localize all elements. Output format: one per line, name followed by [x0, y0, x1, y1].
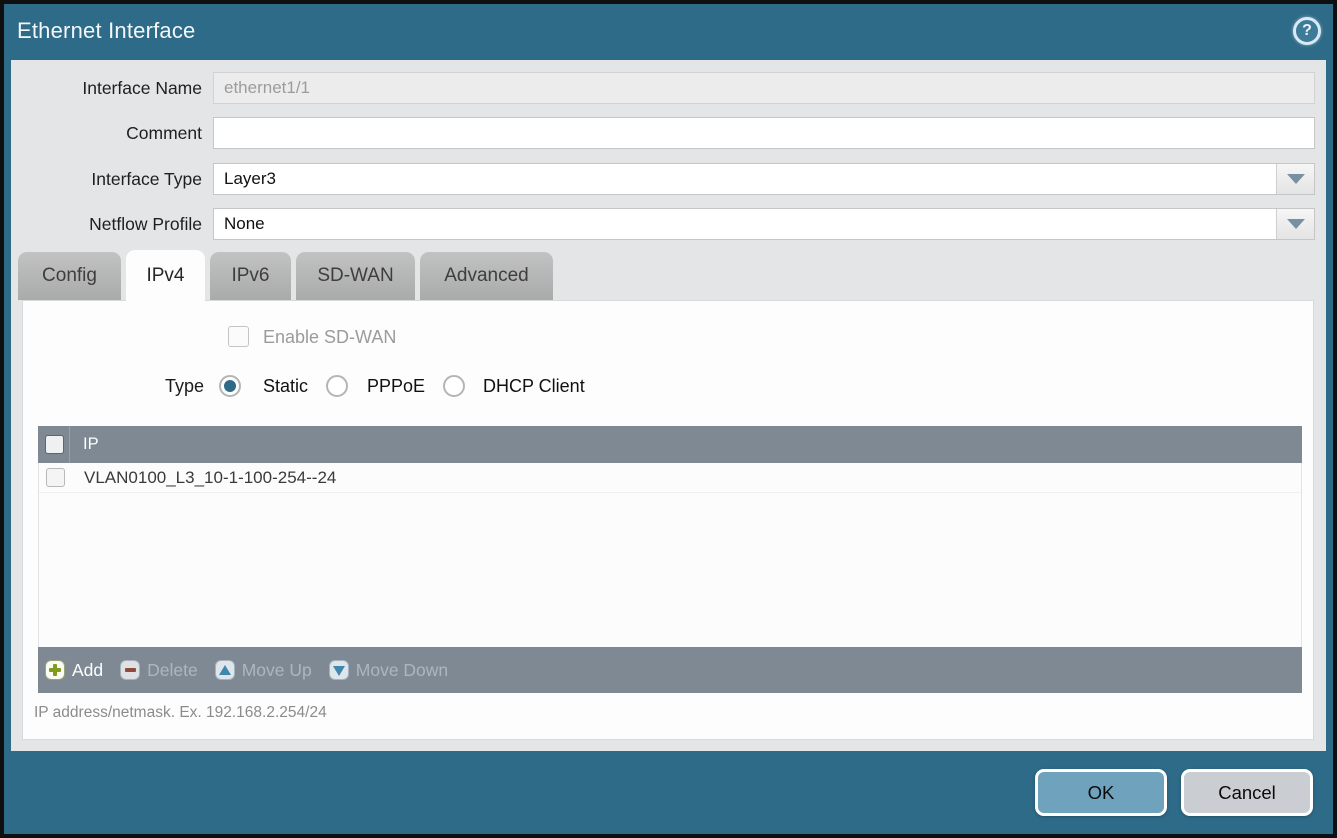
- ip-table-body: VLAN0100_L3_10-1-100-254--24: [38, 463, 1302, 647]
- tab-ipv4[interactable]: IPv4: [126, 250, 205, 302]
- arrow-up-icon: [215, 660, 235, 680]
- tab-advanced[interactable]: Advanced: [420, 252, 553, 300]
- chevron-down-icon: [1287, 174, 1305, 184]
- tab-sdwan[interactable]: SD-WAN: [296, 252, 415, 300]
- netflow-profile-row: Netflow Profile None: [11, 208, 1315, 240]
- ethernet-interface-dialog: Ethernet Interface ? Interface Name Comm…: [0, 0, 1337, 838]
- type-label: Type: [124, 373, 204, 399]
- move-up-button-label: Move Up: [242, 660, 312, 681]
- netflow-profile-dropdown-button[interactable]: [1276, 209, 1314, 239]
- ipv4-tab-panel: Enable SD-WAN Type Static PPPoE DHCP Cli…: [22, 300, 1314, 740]
- interface-name-row: Interface Name: [11, 72, 1315, 104]
- interface-type-select[interactable]: Layer3: [213, 163, 1315, 195]
- help-icon[interactable]: ?: [1293, 17, 1321, 45]
- radio-static[interactable]: [219, 375, 241, 397]
- interface-type-row: Interface Type Layer3: [11, 163, 1315, 195]
- enable-sdwan-checkbox: [228, 326, 249, 347]
- netflow-profile-value: None: [224, 209, 265, 239]
- netflow-profile-label: Netflow Profile: [11, 208, 202, 240]
- ip-table-toolbar: Add Delete Move Up Move Down: [38, 647, 1302, 693]
- move-up-button: Move Up: [215, 660, 312, 681]
- ip-format-hint: IP address/netmask. Ex. 192.168.2.254/24: [34, 704, 327, 722]
- table-row[interactable]: VLAN0100_L3_10-1-100-254--24: [39, 463, 1301, 493]
- enable-sdwan-label: Enable SD-WAN: [263, 326, 396, 348]
- chevron-down-icon: [1287, 219, 1305, 229]
- add-button-label: Add: [72, 660, 103, 681]
- tab-config[interactable]: Config: [18, 252, 121, 300]
- comment-row: Comment: [11, 117, 1315, 149]
- interface-type-label: Interface Type: [11, 163, 202, 195]
- delete-button: Delete: [120, 660, 198, 681]
- dialog-body: Interface Name Comment Interface Type La…: [11, 60, 1326, 751]
- ip-cell: VLAN0100_L3_10-1-100-254--24: [84, 463, 336, 493]
- move-down-button: Move Down: [329, 660, 448, 681]
- ip-column-header: IP: [83, 426, 99, 463]
- dialog-titlebar: Ethernet Interface ?: [4, 4, 1333, 60]
- radio-dhcp-client-label[interactable]: DHCP Client: [483, 373, 585, 399]
- tab-ipv6[interactable]: IPv6: [210, 252, 291, 300]
- interface-type-dropdown-button[interactable]: [1276, 164, 1314, 194]
- comment-label: Comment: [11, 117, 202, 149]
- tab-bar: Config IPv4 IPv6 SD-WAN Advanced: [18, 252, 553, 300]
- column-divider: [69, 426, 70, 463]
- radio-pppoe[interactable]: [326, 375, 348, 397]
- move-down-button-label: Move Down: [356, 660, 448, 681]
- add-plus-icon: [45, 660, 65, 680]
- delete-button-label: Delete: [147, 660, 198, 681]
- delete-minus-icon: [120, 660, 140, 680]
- dialog-footer: OK Cancel: [4, 751, 1333, 834]
- dialog-title: Ethernet Interface: [17, 18, 195, 44]
- ip-table-header: IP: [38, 426, 1302, 463]
- radio-dhcp-client[interactable]: [443, 375, 465, 397]
- radio-pppoe-label[interactable]: PPPoE: [367, 373, 425, 399]
- select-all-checkbox[interactable]: [45, 435, 64, 454]
- comment-input[interactable]: [213, 117, 1315, 149]
- cancel-button[interactable]: Cancel: [1181, 769, 1313, 816]
- arrow-down-icon: [329, 660, 349, 680]
- interface-name-input: [213, 72, 1315, 104]
- netflow-profile-select[interactable]: None: [213, 208, 1315, 240]
- ok-button[interactable]: OK: [1035, 769, 1167, 816]
- interface-name-label: Interface Name: [11, 72, 202, 104]
- interface-type-value: Layer3: [224, 164, 276, 194]
- row-checkbox[interactable]: [46, 468, 65, 487]
- radio-static-label[interactable]: Static: [263, 373, 308, 399]
- add-button[interactable]: Add: [45, 660, 103, 681]
- ip-table: IP VLAN0100_L3_10-1-100-254--24 Add: [38, 426, 1302, 693]
